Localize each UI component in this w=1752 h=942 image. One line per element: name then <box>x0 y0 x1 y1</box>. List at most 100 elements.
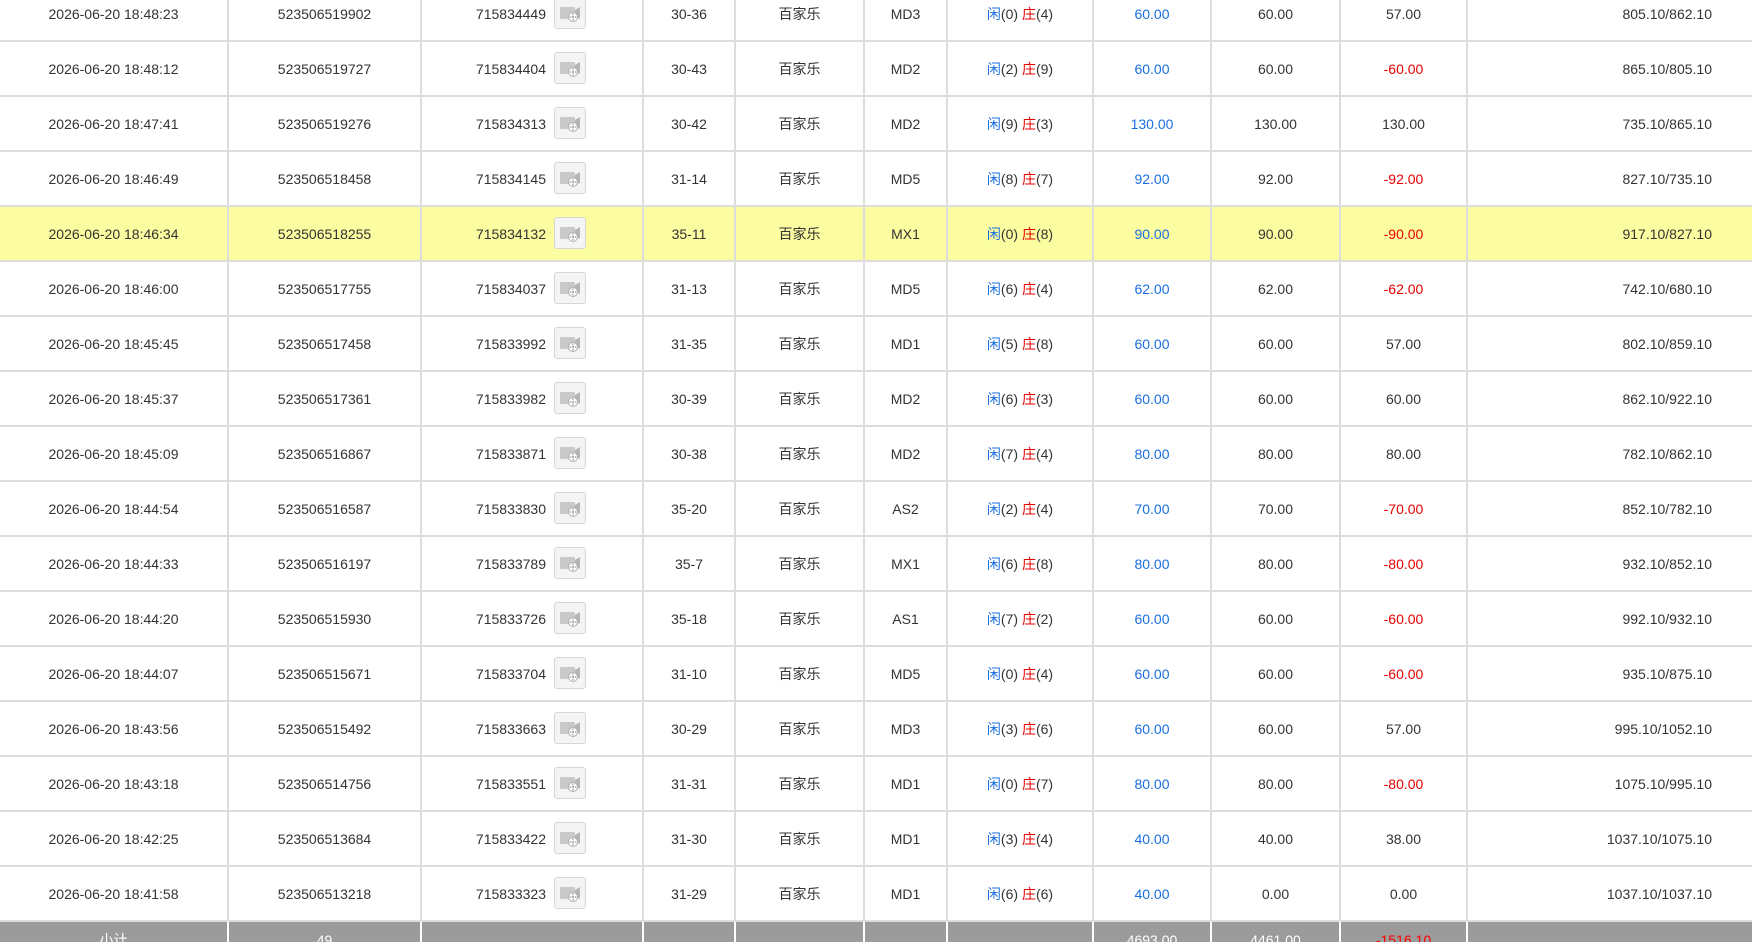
valid-bet-cell: 92.00 <box>1211 151 1341 207</box>
shoe-round-cell: 31-10 <box>643 646 736 702</box>
table-row[interactable]: 2026-06-20 18:48:12 523506519727 7158344… <box>0 41 1752 97</box>
bet-amount-cell: 60.00 <box>1093 371 1212 427</box>
game-type: 百家乐 <box>778 115 821 132</box>
table-row[interactable]: 2026-06-20 18:41:58 523506513218 7158333… <box>0 866 1752 922</box>
bet-time-cell: 2026-06-20 18:44:33 <box>0 536 229 592</box>
order-id: 523506513218 <box>277 885 372 902</box>
shoe-round-cell: 30-43 <box>643 41 736 97</box>
bet-amount: 80.00 <box>1134 775 1170 792</box>
order-id: 523506517755 <box>277 280 372 297</box>
video-replay-icon[interactable] <box>554 601 586 634</box>
valid-bet: 60.00 <box>1257 390 1294 407</box>
shoe-round-cell: 30-42 <box>643 96 736 152</box>
valid-bet: 60.00 <box>1257 610 1294 627</box>
valid-bet-cell: 70.00 <box>1211 481 1341 537</box>
game-type-cell: 百家乐 <box>735 261 865 317</box>
table-code-cell: MD1 <box>864 866 948 922</box>
table-row[interactable]: 2026-06-20 18:43:18 523506514756 7158335… <box>0 756 1752 812</box>
video-replay-icon[interactable] <box>554 821 586 854</box>
game-type: 百家乐 <box>778 280 821 297</box>
table-row[interactable]: 2026-06-20 18:47:41 523506519276 7158343… <box>0 96 1752 152</box>
table-row[interactable]: 2026-06-20 18:46:49 523506518458 7158341… <box>0 151 1752 207</box>
bet-amount-cell: 60.00 <box>1093 591 1212 647</box>
bet-amount-cell: 60.00 <box>1093 0 1212 42</box>
valid-bet: 60.00 <box>1257 60 1294 77</box>
table-row[interactable]: 2026-06-20 18:45:45 523506517458 7158339… <box>0 316 1752 372</box>
win-loss: -60.00 <box>1383 610 1424 627</box>
game-id-cell: 715833871 <box>421 426 644 482</box>
banker-score: (7) <box>1035 775 1054 792</box>
player-label: 闲 <box>986 775 1001 792</box>
table-row[interactable]: 2026-06-20 18:48:23 523506519902 7158344… <box>0 0 1752 42</box>
video-replay-icon[interactable] <box>554 546 586 579</box>
shoe-round-cell: 30-29 <box>643 701 736 757</box>
game-type: 百家乐 <box>778 555 821 572</box>
table-code-cell: MD1 <box>864 316 948 372</box>
table-row[interactable]: 2026-06-20 18:43:56 523506515492 7158336… <box>0 701 1752 757</box>
bet-amount: 60.00 <box>1134 390 1170 407</box>
video-replay-icon[interactable] <box>554 876 586 909</box>
video-replay-icon[interactable] <box>554 656 586 689</box>
shoe-round: 35-20 <box>671 500 707 517</box>
subtotal-bet-total: 4693.00 <box>1093 921 1212 942</box>
video-replay-icon[interactable] <box>554 491 586 524</box>
table-row[interactable]: 2026-06-20 18:45:09 523506516867 7158338… <box>0 426 1752 482</box>
balance-before-after: 1075.10/995.10 <box>1614 775 1712 792</box>
shoe-round: 31-29 <box>671 885 707 902</box>
bet-records-page: 2026-06-20 18:48:23 523506519902 7158344… <box>0 0 1752 942</box>
video-replay-icon[interactable] <box>554 326 586 359</box>
valid-bet-cell: 60.00 <box>1211 316 1341 372</box>
valid-bet-cell: 60.00 <box>1211 646 1341 702</box>
order-id: 523506515671 <box>277 665 372 682</box>
order-id: 523506514756 <box>277 775 372 792</box>
subtotal-valid-total: 4461.00 <box>1211 921 1341 942</box>
order-id: 523506513684 <box>277 830 372 847</box>
valid-bet: 80.00 <box>1257 775 1294 792</box>
game-id: 715833871 <box>475 445 546 462</box>
game-type: 百家乐 <box>778 885 821 902</box>
game-type: 百家乐 <box>778 500 821 517</box>
result-cell: 闲(0) 庄(7) <box>947 756 1094 812</box>
table-code-cell: MD2 <box>864 41 948 97</box>
video-replay-icon[interactable] <box>554 766 586 799</box>
result-cell: 闲(0) 庄(8) <box>947 206 1094 262</box>
win-loss: -60.00 <box>1383 665 1424 682</box>
table-row[interactable]: 2026-06-20 18:44:07 523506515671 7158337… <box>0 646 1752 702</box>
table-code: MD2 <box>890 390 921 407</box>
video-replay-icon[interactable] <box>554 0 586 29</box>
valid-bet: 62.00 <box>1257 280 1294 297</box>
order-id: 523506519902 <box>277 5 372 22</box>
table-row[interactable]: 2026-06-20 18:44:33 523506516197 7158337… <box>0 536 1752 592</box>
game-id: 715833726 <box>475 610 546 627</box>
win-loss: 57.00 <box>1385 720 1422 737</box>
shoe-round: 31-30 <box>671 830 707 847</box>
banker-label: 庄 <box>1021 170 1036 187</box>
video-replay-icon[interactable] <box>554 216 586 249</box>
table-row[interactable]: 2026-06-20 18:46:00 523506517755 7158340… <box>0 261 1752 317</box>
game-type-cell: 百家乐 <box>735 646 865 702</box>
valid-bet-cell: 60.00 <box>1211 371 1341 427</box>
order-id: 523506519727 <box>277 60 372 77</box>
table-row[interactable]: 2026-06-20 18:44:54 523506516587 7158338… <box>0 481 1752 537</box>
table-row[interactable]: 2026-06-20 18:42:25 523506513684 7158334… <box>0 811 1752 867</box>
table-row[interactable]: 2026-06-20 18:45:37 523506517361 7158339… <box>0 371 1752 427</box>
balance-cell: 992.10/932.10 <box>1467 591 1752 647</box>
banker-label: 庄 <box>1021 335 1036 352</box>
table-code: MD5 <box>890 665 921 682</box>
shoe-round: 31-14 <box>671 170 707 187</box>
video-replay-icon[interactable] <box>554 436 586 469</box>
table-code: MD5 <box>890 280 921 297</box>
bet-time-cell: 2026-06-20 18:46:34 <box>0 206 229 262</box>
video-replay-icon[interactable] <box>554 161 586 194</box>
table-row[interactable]: 2026-06-20 18:44:20 523506515930 7158337… <box>0 591 1752 647</box>
video-replay-icon[interactable] <box>554 106 586 139</box>
table-row[interactable]: 2026-06-20 18:46:34 523506518255 7158341… <box>0 206 1752 262</box>
video-replay-icon[interactable] <box>554 271 586 304</box>
bet-amount-cell: 40.00 <box>1093 811 1212 867</box>
video-replay-icon[interactable] <box>554 51 586 84</box>
shoe-round: 35-11 <box>671 225 707 242</box>
shoe-round-cell: 30-39 <box>643 371 736 427</box>
video-replay-icon[interactable] <box>554 381 586 414</box>
video-replay-icon[interactable] <box>554 711 586 744</box>
valid-bet-cell: 90.00 <box>1211 206 1341 262</box>
